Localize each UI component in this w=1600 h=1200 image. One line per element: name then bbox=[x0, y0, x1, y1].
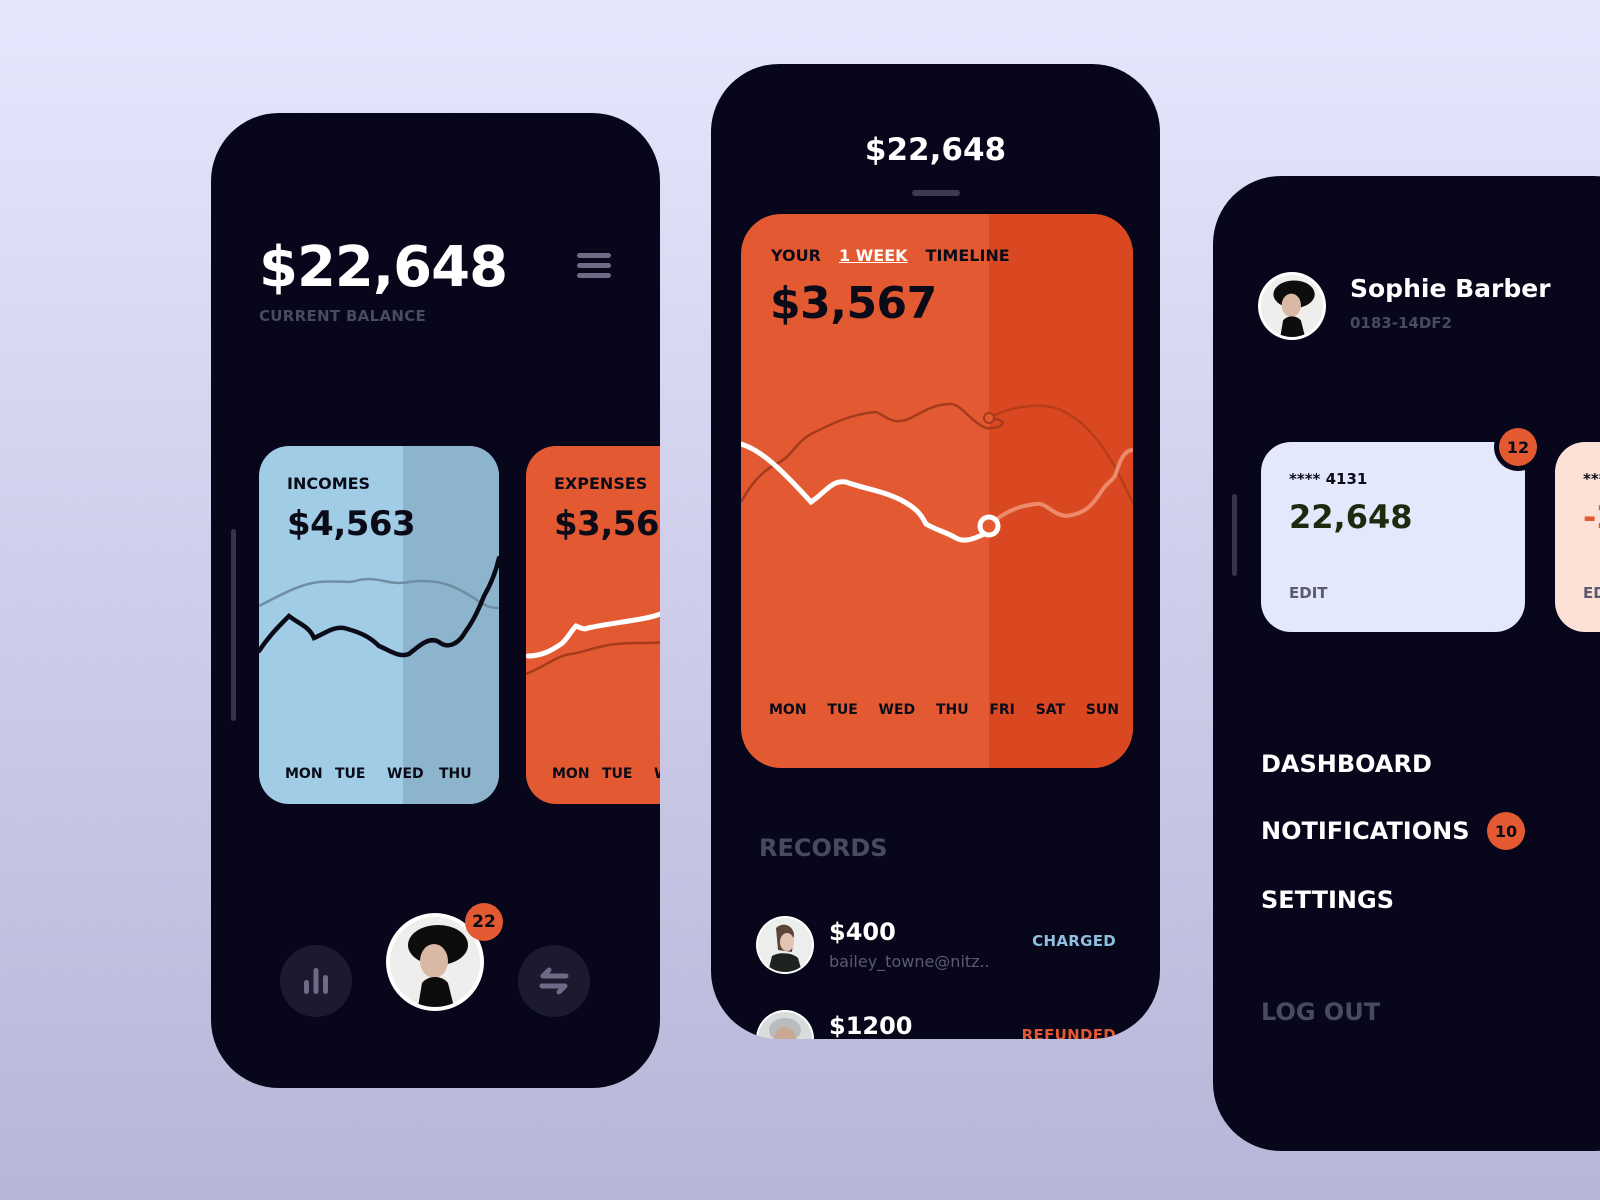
day-label: SAT bbox=[1035, 702, 1066, 718]
menu-screen: Sophie Barber 0183-14DF2 **** 4131 22,64… bbox=[1213, 176, 1600, 1151]
record-item[interactable]: $400 bailey_towne@nitz.. CHARGED bbox=[756, 916, 1116, 986]
notification-badge: 22 bbox=[465, 903, 503, 941]
record-avatar bbox=[756, 916, 814, 974]
day-label: TUE bbox=[827, 702, 858, 718]
day-label: THU bbox=[935, 702, 969, 718]
transfer-arrows-icon bbox=[539, 967, 569, 995]
profile-name: Sophie Barber bbox=[1350, 274, 1551, 303]
day-label: MON bbox=[769, 702, 807, 718]
incomes-previous-line bbox=[259, 577, 499, 610]
record-status: REFUNDED bbox=[1021, 1026, 1116, 1039]
account-badge: 12 bbox=[1499, 428, 1537, 466]
expenses-chart bbox=[526, 611, 660, 676]
current-balance-label: CURRENT BALANCE bbox=[259, 307, 427, 325]
balance-value: $22,648 bbox=[864, 132, 1007, 168]
current-highlight-point bbox=[977, 514, 1001, 538]
account-number: **** 4131 bbox=[1289, 470, 1368, 488]
day-axis: MON TUE WED THU FRI SAT SUN bbox=[769, 702, 1119, 718]
record-status: CHARGED bbox=[1032, 932, 1116, 950]
record-item[interactable]: $1200 REFUNDED bbox=[756, 1010, 1116, 1039]
profile-avatar[interactable] bbox=[1258, 272, 1326, 340]
hamburger-menu-icon[interactable] bbox=[577, 253, 611, 281]
timeline-screen: $22,648 YOUR 1 WEEK TIMELINE $3,567 MON … bbox=[711, 64, 1160, 1039]
notifications-badge: 10 bbox=[1487, 812, 1525, 850]
card-amount: $4,563 bbox=[287, 504, 416, 544]
account-number: **** bbox=[1583, 470, 1600, 488]
day-label: THU bbox=[439, 766, 472, 782]
record-avatar bbox=[756, 1010, 814, 1039]
menu-item-dashboard[interactable]: DASHBOARD bbox=[1261, 750, 1432, 778]
account-card[interactable]: **** 4131 22,648 EDIT bbox=[1261, 442, 1525, 632]
incomes-chart bbox=[259, 555, 499, 658]
current-balance-value: $22,648 bbox=[259, 235, 508, 300]
record-email: bailey_towne@nitz.. bbox=[829, 952, 990, 971]
bottom-navigation: 22 bbox=[211, 893, 660, 1053]
timeline-card: YOUR 1 WEEK TIMELINE $3,567 MON TUE WED … bbox=[741, 214, 1133, 768]
record-amount: $400 bbox=[829, 918, 896, 946]
day-label: MON bbox=[552, 766, 590, 782]
day-label: WED bbox=[387, 766, 424, 782]
scroll-handle[interactable] bbox=[231, 529, 236, 721]
records-title: RECORDS bbox=[759, 834, 888, 862]
stats-button[interactable] bbox=[280, 945, 352, 1017]
account-badge-wrap: 12 bbox=[1494, 423, 1542, 471]
drag-handle[interactable] bbox=[912, 190, 960, 196]
card-title: EXPENSES bbox=[554, 474, 648, 493]
previous-line-future bbox=[988, 404, 1133, 505]
day-label: TUE bbox=[335, 766, 366, 782]
bar-chart-icon bbox=[304, 968, 328, 994]
day-label: MON bbox=[285, 766, 323, 782]
transfer-button[interactable] bbox=[518, 945, 590, 1017]
account-card[interactable]: **** -2 EDIT bbox=[1555, 442, 1600, 632]
record-amount: $1200 bbox=[829, 1012, 913, 1039]
expenses-previous-line bbox=[526, 641, 660, 676]
day-axis: MON TUE WED THU bbox=[285, 766, 472, 782]
expenses-card[interactable]: EXPENSES $3,567 MON TUE WED bbox=[526, 446, 660, 804]
day-label: TUE bbox=[602, 766, 633, 782]
current-line-past bbox=[741, 441, 992, 543]
timeline-period-selector: YOUR 1 WEEK TIMELINE bbox=[771, 246, 1010, 265]
edit-account-button[interactable]: EDIT bbox=[1289, 584, 1328, 602]
period-dropdown[interactable]: 1 WEEK bbox=[839, 246, 908, 265]
timeline-amount: $3,567 bbox=[770, 278, 937, 329]
menu-item-notifications[interactable]: NOTIFICATIONS bbox=[1261, 817, 1470, 845]
menu-item-settings[interactable]: SETTINGS bbox=[1261, 886, 1394, 914]
balance-screen: $22,648 CURRENT BALANCE INCOMES $4,563 M… bbox=[211, 113, 660, 1088]
account-value: -2 bbox=[1583, 498, 1600, 536]
day-axis: MON TUE WED bbox=[552, 766, 660, 782]
account-value: 22,648 bbox=[1289, 498, 1413, 536]
day-label: SUN bbox=[1085, 702, 1119, 718]
timeline-prefix: YOUR bbox=[771, 246, 821, 265]
card-amount: $3,567 bbox=[554, 504, 660, 544]
scroll-handle[interactable] bbox=[1232, 494, 1237, 576]
logout-button[interactable]: LOG OUT bbox=[1261, 998, 1380, 1026]
day-label: WED bbox=[654, 766, 660, 782]
incomes-current-line bbox=[259, 555, 499, 658]
incomes-card[interactable]: INCOMES $4,563 MON TUE WED THU bbox=[259, 446, 499, 804]
day-label: FRI bbox=[989, 702, 1015, 718]
edit-account-button[interactable]: EDIT bbox=[1583, 584, 1600, 602]
timeline-suffix: TIMELINE bbox=[925, 246, 1010, 265]
day-label: WED bbox=[878, 702, 916, 718]
card-title: INCOMES bbox=[287, 474, 371, 493]
previous-highlight-point bbox=[983, 412, 995, 424]
profile-id: 0183-14DF2 bbox=[1350, 314, 1452, 332]
